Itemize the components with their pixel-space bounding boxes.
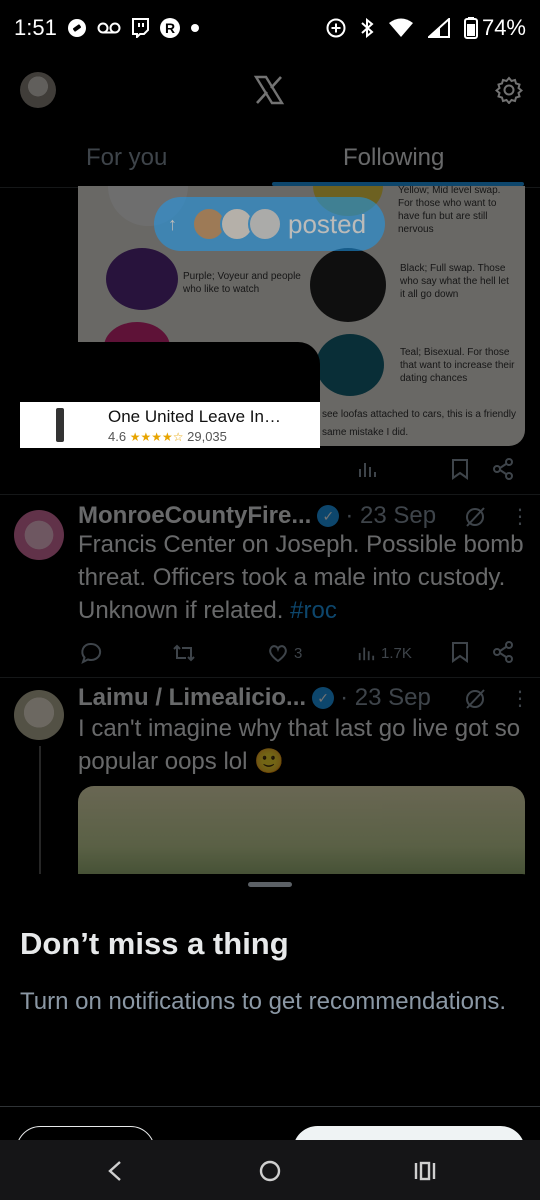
tab-for-you[interactable]: For you [86,144,167,172]
sheet-drag-handle[interactable] [248,882,292,887]
grok-icon[interactable] [464,506,486,528]
tag-icon [67,18,87,38]
bookmark-icon[interactable] [451,641,469,663]
ad-banner[interactable]: One United Leave In… 4.6 ★★★★☆ 29,035 [20,402,320,448]
card-text-teal: Teal; Bisexual. For those that want to i… [400,347,515,384]
svg-text:R: R [165,20,175,36]
tweet-timestamp: · 23 Sep [345,502,437,529]
timeline-tabs: For you Following [0,130,540,188]
thread-line [39,746,41,874]
battery-percent: 74% [481,15,526,40]
verified-badge-icon: ✓ [317,505,340,527]
arrow-up-icon: ↑ [168,213,177,234]
add-circle-icon [326,18,346,38]
pill-avatars [192,207,282,241]
verified-badge-icon: ✓ [312,687,335,709]
more-options-icon[interactable]: ⋮ [510,686,530,711]
star-rating-icon: ★★★★☆ [129,429,184,444]
tweet-author-name[interactable]: Laimu / Limealicio... [78,684,306,712]
views-icon [358,647,375,661]
retweet-icon[interactable] [172,642,196,664]
ad-rating-value: 4.6 [108,428,127,444]
recents-icon[interactable] [412,1158,438,1184]
status-bar: 1:51 R 74% [0,0,540,56]
tweet-separator [0,677,540,678]
app-content: For you Following Yellow; Mid level swap… [0,56,540,1200]
sheet-divider [0,1106,540,1107]
bookmark-icon[interactable] [451,458,469,480]
tweet-text: Francis Center on Joseph. Possible bomb … [78,528,528,627]
ad-title: One United Leave In… [108,406,281,426]
share-icon[interactable] [492,641,514,663]
tweet-header: MonroeCountyFire... ✓ · 23 Sep [78,502,436,530]
loofah-black [310,248,386,322]
signal-icon [427,18,450,38]
ad-product-image [20,402,100,448]
tweet-image[interactable] [78,786,525,886]
grok-icon[interactable] [464,688,486,710]
heart-icon [269,645,287,662]
x-logo-icon [253,75,285,105]
tweet-separator [0,494,540,495]
view-count: 1.7K [381,644,412,662]
more-options-icon[interactable]: ⋮ [510,504,530,529]
views-action[interactable]: 1.7K [357,644,412,662]
ad-review-count: 29,035 [187,428,227,444]
like-count: 3 [294,644,303,662]
home-icon[interactable] [257,1158,283,1184]
share-icon[interactable] [492,458,514,480]
tweet-hashtag[interactable]: #roc [290,597,337,624]
tab-following[interactable]: Following [343,144,444,172]
card-text-purple: Purple; Voyeur and people who like to wa… [183,271,301,295]
ad-info: One United Leave In… 4.6 ★★★★☆ 29,035 [100,407,281,444]
tweet-timestamp: · 23 Sep [340,684,431,711]
card-text-black: Black; Full swap. Those who say what the… [400,263,509,300]
views-icon[interactable] [357,460,377,478]
back-icon[interactable] [102,1158,128,1184]
tweet-author-avatar[interactable] [14,690,64,740]
status-time: 1:51 [14,15,57,40]
gear-icon[interactable] [495,76,523,104]
sheet-title: Don’t miss a thing [20,926,289,961]
avatar [248,207,282,241]
r-app-icon: R [159,17,181,39]
card-text-note-1: see loofas attached to cars, this is a f… [322,409,516,420]
bluetooth-icon [360,18,374,38]
tweet-text: I can't imagine why that last go live go… [78,715,521,775]
reply-icon[interactable] [80,642,102,664]
system-nav-bar [0,1140,540,1200]
profile-avatar[interactable] [20,72,56,108]
tweet-author-avatar[interactable] [14,510,64,560]
twitch-icon [131,18,149,38]
wifi-icon [388,18,414,38]
ad-rating: 4.6 ★★★★☆ 29,035 [108,429,281,444]
loofah-purple [106,248,178,310]
tweet-header: Laimu / Limealicio... ✓ · 23 Sep [78,684,431,712]
sheet-description: Turn on notifications to get recommendat… [20,988,507,1015]
new-posts-pill[interactable]: ↑ posted [154,197,385,251]
loofah-teal [316,334,384,396]
card-text-note-2: same mistake I did. [322,427,409,438]
posted-label: posted [288,208,367,239]
card-text-yellow: Yellow; Mid level swap. For those who wa… [398,186,501,235]
app-header [0,56,540,126]
voicemail-icon [97,21,121,35]
dot-icon [190,24,199,32]
battery-icon [463,17,478,39]
like-action[interactable]: 3 [268,644,302,662]
tweet-author-name[interactable]: MonroeCountyFire... [78,502,311,530]
